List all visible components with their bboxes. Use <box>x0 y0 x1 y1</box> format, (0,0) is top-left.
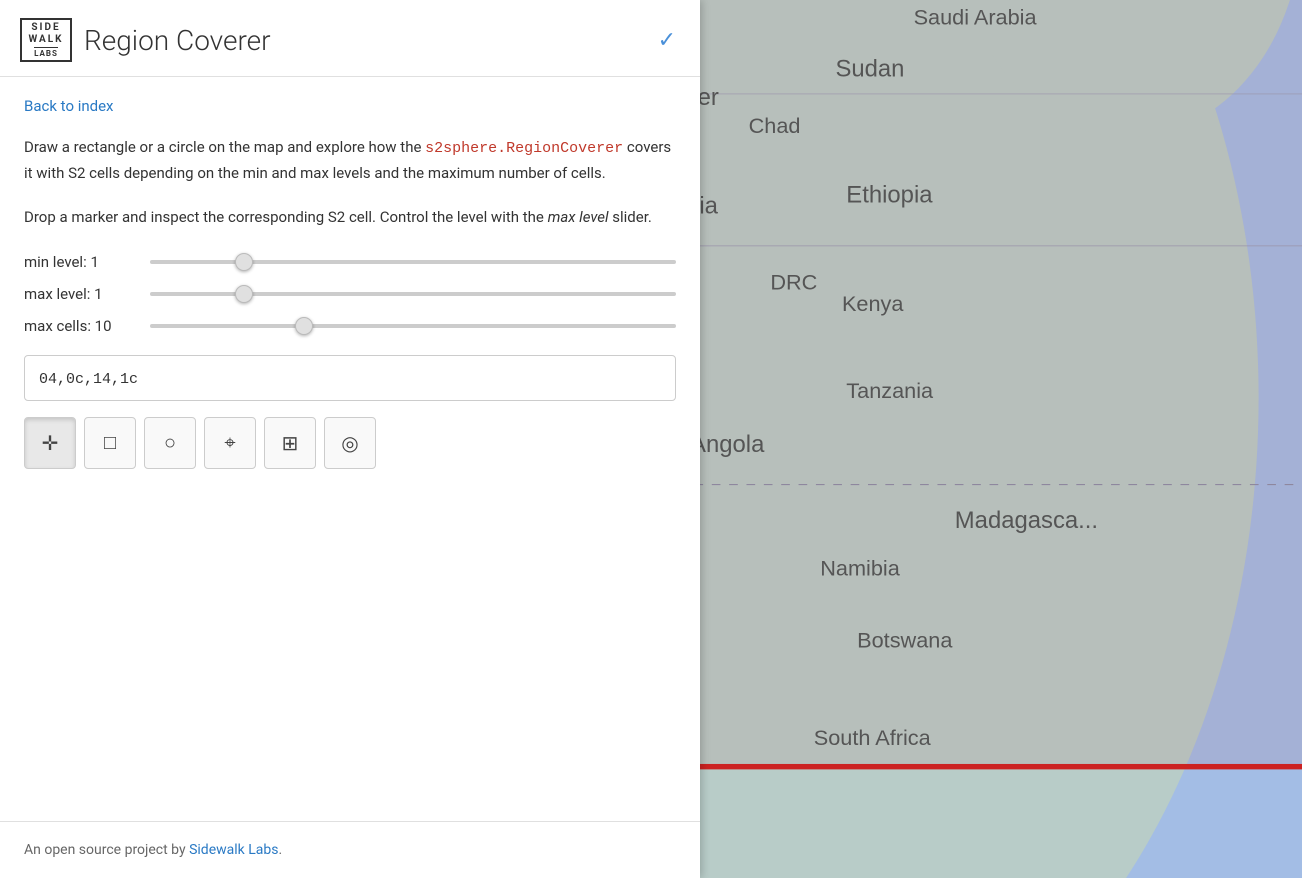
description-text: Draw a rectangle or a circle on the map … <box>24 135 676 185</box>
svg-text:Botswana: Botswana <box>857 627 953 652</box>
max-level-slider[interactable] <box>150 292 676 296</box>
max-level-label: max level: 1 <box>24 285 134 303</box>
svg-text:Chad: Chad <box>749 113 801 138</box>
chevron-down-icon[interactable]: ✓ <box>658 28 676 53</box>
svg-text:Ethiopia: Ethiopia <box>846 181 933 208</box>
panel-content: Back to index Draw a rectangle or a circ… <box>0 77 700 509</box>
svg-text:Tanzania: Tanzania <box>846 378 934 403</box>
max-cells-row: max cells: 10 <box>24 317 676 335</box>
sidebar-panel: SIDE WALK LABS Region Coverer ✓ Back to … <box>0 0 700 878</box>
min-level-label: min level: 1 <box>24 253 134 271</box>
cells-input-wrapper <box>24 355 676 401</box>
cells-input[interactable] <box>39 371 661 388</box>
circle-tool-button[interactable]: ○ <box>144 417 196 469</box>
footer-text-end: . <box>278 842 282 858</box>
back-to-index-link[interactable]: Back to index <box>24 97 676 115</box>
logo-line1: SIDE <box>31 22 60 34</box>
drop-description-text: Drop a marker and inspect the correspond… <box>24 205 676 229</box>
sidewalk-labs-link[interactable]: Sidewalk Labs <box>189 842 278 858</box>
min-level-row: min level: 1 <box>24 253 676 271</box>
move-tool-button[interactable]: ✛ <box>24 417 76 469</box>
svg-text:Saudi Arabia: Saudi Arabia <box>914 5 1038 30</box>
rectangle-tool-button[interactable]: □ <box>84 417 136 469</box>
max-cells-slider[interactable] <box>150 324 676 328</box>
sliders-section: min level: 1 max level: 1 max cells: 10 <box>24 253 676 335</box>
logo-box: SIDE WALK LABS <box>20 18 72 62</box>
svg-text:Sudan: Sudan <box>835 56 904 83</box>
svg-text:South Africa: South Africa <box>814 725 932 750</box>
logo-line2: WALK <box>28 34 63 46</box>
max-level-row: max level: 1 <box>24 285 676 303</box>
desc-line1: Draw a rectangle or a circle on the map … <box>24 138 425 156</box>
min-level-slider[interactable] <box>150 260 676 264</box>
max-cells-label: max cells: 10 <box>24 317 134 335</box>
svg-text:DRC: DRC <box>770 269 817 294</box>
drop-end: slider. <box>609 208 652 226</box>
app-title: Region Coverer <box>84 24 271 57</box>
svg-text:Kenya: Kenya <box>842 291 904 316</box>
drop-italic: max level <box>548 208 609 226</box>
marker-tool-button[interactable]: ⌖ <box>204 417 256 469</box>
target-tool-button[interactable]: ◎ <box>324 417 376 469</box>
svg-text:Angola: Angola <box>690 431 765 458</box>
footer-text: An open source project by <box>24 842 189 858</box>
logo-title: SIDE WALK LABS Region Coverer <box>20 18 271 62</box>
code-ref: s2sphere.RegionCoverer <box>425 140 623 157</box>
svg-text:Namibia: Namibia <box>820 556 900 581</box>
tools-row: ✛ □ ○ ⌖ ⊞ ◎ <box>24 417 676 469</box>
drop-text: Drop a marker and inspect the correspond… <box>24 208 548 226</box>
panel-footer: An open source project by Sidewalk Labs. <box>0 821 700 878</box>
panel-header: SIDE WALK LABS Region Coverer ✓ <box>0 0 700 77</box>
grid-tool-button[interactable]: ⊞ <box>264 417 316 469</box>
svg-text:Madagasca...: Madagasca... <box>955 507 1098 534</box>
logo-line3: LABS <box>34 47 58 59</box>
